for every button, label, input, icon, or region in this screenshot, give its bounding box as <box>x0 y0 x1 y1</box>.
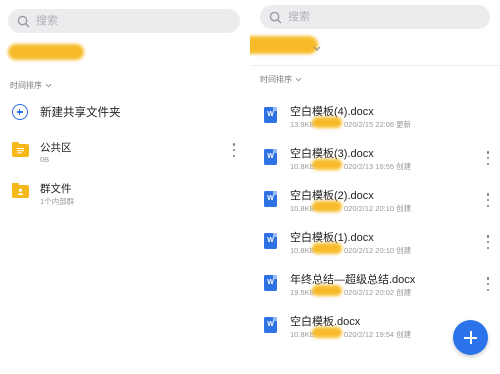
word-doc-icon: W <box>264 107 277 123</box>
add-file-button[interactable] <box>453 320 488 355</box>
left-search-bar[interactable] <box>8 9 240 33</box>
sort-label: 时间排序 <box>260 75 292 84</box>
file-meta: 19.5KB 020/2/12 20:02 创建 <box>290 288 412 297</box>
header-divider <box>250 65 500 66</box>
file-row[interactable]: W 空白模板(3).docx 10.8KB 020/2/13 16:55 创建 <box>264 145 496 179</box>
redacted-user <box>312 201 342 212</box>
word-doc-icon: W <box>264 191 277 207</box>
search-input[interactable] <box>36 15 186 27</box>
redacted-user <box>312 327 342 338</box>
folder-name: 群文件 <box>40 183 72 195</box>
word-doc-icon: W <box>264 317 277 333</box>
create-shared-folder-label: 新建共享文件夹 <box>40 107 121 119</box>
chevron-down-icon <box>295 77 302 82</box>
folder-people-icon <box>12 183 29 198</box>
chevron-down-icon[interactable] <box>313 46 321 51</box>
add-circle-icon <box>12 104 28 120</box>
right-panel: 时间排序 W 空白模板(4).docx 13.9KB020/2/15 22:06… <box>250 0 500 374</box>
redacted-user <box>312 243 342 254</box>
folder-row-public[interactable]: 公共区 0B <box>12 140 242 172</box>
more-options-icon[interactable] <box>486 151 490 165</box>
more-options-icon[interactable] <box>232 143 236 157</box>
folder-member-count: 1个内部群 <box>40 197 75 206</box>
chevron-down-icon <box>45 83 52 88</box>
file-row[interactable]: W 空白模板(1).docx 10.8KB 020/2/12 20:10 创建 <box>264 229 496 263</box>
file-meta: 10.8KB 020/2/12 19:54 创建 <box>290 330 412 339</box>
redacted-user <box>312 285 342 296</box>
folder-name: 公共区 <box>40 142 72 154</box>
file-meta: 10.8KB 020/2/13 16:55 创建 <box>290 162 412 171</box>
file-row[interactable]: W 年终总结—超级总结.docx 19.5KB 020/2/12 20:02 创建 <box>264 271 496 305</box>
more-options-icon[interactable] <box>486 193 490 207</box>
sort-dropdown[interactable]: 时间排序 <box>10 80 52 91</box>
search-icon <box>269 11 282 23</box>
file-meta: 10.8KB 020/2/12 20:10 创建 <box>290 204 412 213</box>
more-options-icon[interactable] <box>486 235 490 249</box>
word-doc-icon: W <box>264 233 277 249</box>
folder-size: 0B <box>40 155 50 164</box>
file-row[interactable]: W 空白模板(2).docx 10.8KB 020/2/12 20:10 创建 <box>264 187 496 221</box>
search-icon <box>17 15 30 27</box>
more-options-icon[interactable] <box>486 277 490 291</box>
folder-icon <box>12 142 29 157</box>
word-doc-icon: W <box>264 275 277 291</box>
file-row[interactable]: W 空白模板(4).docx 13.9KB 020/2/15 22:06 更新 <box>264 103 496 137</box>
left-panel: 时间排序 新建共享文件夹 公共区 0B 群文件 1个内部群 <box>0 0 250 374</box>
redacted-title <box>250 36 318 54</box>
file-name: 年终总结—超级总结.docx <box>290 274 416 286</box>
file-meta: 10.8KB 020/2/12 20:10 创建 <box>290 246 412 255</box>
search-input[interactable] <box>288 11 438 23</box>
redacted-user <box>312 159 342 170</box>
right-search-bar[interactable] <box>260 5 490 29</box>
sort-label: 时间排序 <box>10 81 42 90</box>
word-doc-icon: W <box>264 149 277 165</box>
folder-row-group-files[interactable]: 群文件 1个内部群 <box>12 181 242 213</box>
redacted-title <box>8 44 84 60</box>
file-meta: 13.9KB 020/2/15 22:06 更新 <box>290 120 412 129</box>
create-shared-folder-button[interactable]: 新建共享文件夹 <box>12 104 121 120</box>
sort-dropdown[interactable]: 时间排序 <box>260 74 302 85</box>
redacted-user <box>312 117 342 128</box>
